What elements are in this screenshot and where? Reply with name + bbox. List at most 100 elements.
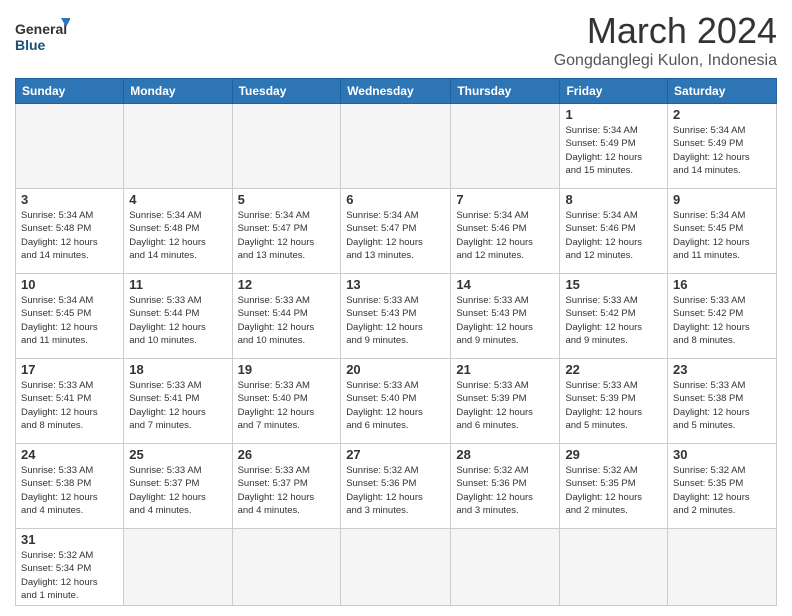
calendar-day-cell: 17Sunrise: 5:33 AM Sunset: 5:41 PM Dayli… — [16, 359, 124, 444]
day-info: Sunrise: 5:33 AM Sunset: 5:42 PM Dayligh… — [673, 294, 771, 347]
logo: General Blue — [15, 14, 70, 64]
day-number: 20 — [346, 362, 445, 377]
day-number: 14 — [456, 277, 554, 292]
day-info: Sunrise: 5:33 AM Sunset: 5:44 PM Dayligh… — [129, 294, 226, 347]
day-number: 17 — [21, 362, 118, 377]
day-info: Sunrise: 5:33 AM Sunset: 5:38 PM Dayligh… — [21, 464, 118, 517]
day-info: Sunrise: 5:34 AM Sunset: 5:47 PM Dayligh… — [346, 209, 445, 262]
day-info: Sunrise: 5:33 AM Sunset: 5:39 PM Dayligh… — [565, 379, 662, 432]
calendar-week-row: 3Sunrise: 5:34 AM Sunset: 5:48 PM Daylig… — [16, 189, 777, 274]
calendar-day-cell: 30Sunrise: 5:32 AM Sunset: 5:35 PM Dayli… — [668, 444, 777, 529]
day-info: Sunrise: 5:32 AM Sunset: 5:35 PM Dayligh… — [565, 464, 662, 517]
calendar-week-row: 10Sunrise: 5:34 AM Sunset: 5:45 PM Dayli… — [16, 274, 777, 359]
day-number: 1 — [565, 107, 662, 122]
day-info: Sunrise: 5:33 AM Sunset: 5:38 PM Dayligh… — [673, 379, 771, 432]
calendar-day-cell: 5 Sunrise: 5:34 AM Sunset: 5:47 PM Daylig… — [232, 189, 341, 274]
weekday-header-monday: Monday — [124, 79, 232, 104]
day-number: 9 — [673, 192, 771, 207]
day-number: 19 — [238, 362, 336, 377]
calendar-day-cell: 2Sunrise: 5:34 AM Sunset: 5:49 PM Daylig… — [668, 104, 777, 189]
calendar: SundayMondayTuesdayWednesdayThursdayFrid… — [15, 78, 777, 606]
day-number: 16 — [673, 277, 771, 292]
calendar-day-cell: 24 Sunrise: 5:33 AM Sunset: 5:38 PM Dayli… — [16, 444, 124, 529]
day-number: 23 — [673, 362, 771, 377]
calendar-day-cell: 23 Sunrise: 5:33 AM Sunset: 5:38 PM Dayli… — [668, 359, 777, 444]
calendar-day-cell — [451, 104, 560, 189]
day-info: Sunrise: 5:34 AM Sunset: 5:48 PM Dayligh… — [129, 209, 226, 262]
calendar-day-cell — [124, 529, 232, 606]
svg-text:General: General — [15, 21, 67, 37]
calendar-day-cell: 9 Sunrise: 5:34 AM Sunset: 5:45 PM Daylig… — [668, 189, 777, 274]
day-number: 4 — [129, 192, 226, 207]
calendar-day-cell — [124, 104, 232, 189]
calendar-day-cell: 31Sunrise: 5:32 AM Sunset: 5:34 PM Dayli… — [16, 529, 124, 606]
day-info: Sunrise: 5:32 AM Sunset: 5:36 PM Dayligh… — [456, 464, 554, 517]
title-area: March 2024 Gongdanglegi Kulon, Indonesia — [554, 10, 777, 70]
calendar-day-cell: 21Sunrise: 5:33 AM Sunset: 5:39 PM Dayli… — [451, 359, 560, 444]
day-number: 6 — [346, 192, 445, 207]
day-number: 10 — [21, 277, 118, 292]
calendar-day-cell — [341, 104, 451, 189]
calendar-week-row: 31Sunrise: 5:32 AM Sunset: 5:34 PM Dayli… — [16, 529, 777, 606]
calendar-week-row: 17 Sunrise: 5:33 AM Sunset: 5:41 PM Dayli… — [16, 359, 777, 444]
calendar-day-cell: 13Sunrise: 5:33 AM Sunset: 5:43 PM Dayli… — [341, 274, 451, 359]
calendar-day-cell: 26 Sunrise: 5:33 AM Sunset: 5:37 PM Dayli… — [232, 444, 341, 529]
calendar-day-cell — [668, 529, 777, 606]
day-info: Sunrise: 5:33 AM Sunset: 5:39 PM Dayligh… — [456, 379, 554, 432]
calendar-day-cell: 22 Sunrise: 5:33 AM Sunset: 5:39 PM Dayli… — [560, 359, 668, 444]
day-number: 27 — [346, 447, 445, 462]
calendar-day-cell: 7Sunrise: 5:34 AM Sunset: 5:46 PM Daylig… — [451, 189, 560, 274]
day-info: Sunrise: 5:33 AM Sunset: 5:37 PM Dayligh… — [129, 464, 226, 517]
day-number: 5 — [238, 192, 336, 207]
weekday-header-wednesday: Wednesday — [341, 79, 451, 104]
calendar-day-cell — [232, 529, 341, 606]
day-info: Sunrise: 5:33 AM Sunset: 5:41 PM Dayligh… — [129, 379, 226, 432]
calendar-day-cell: 3Sunrise: 5:34 AM Sunset: 5:48 PM Daylig… — [16, 189, 124, 274]
calendar-day-cell — [232, 104, 341, 189]
weekday-header-tuesday: Tuesday — [232, 79, 341, 104]
calendar-day-cell: 19 Sunrise: 5:33 AM Sunset: 5:40 PM Dayli… — [232, 359, 341, 444]
calendar-day-cell: 27Sunrise: 5:32 AM Sunset: 5:36 PM Dayli… — [341, 444, 451, 529]
day-info: Sunrise: 5:33 AM Sunset: 5:40 PM Dayligh… — [346, 379, 445, 432]
calendar-day-cell: 16 Sunrise: 5:33 AM Sunset: 5:42 PM Dayli… — [668, 274, 777, 359]
day-number: 7 — [456, 192, 554, 207]
day-number: 11 — [129, 277, 226, 292]
calendar-day-cell: 28 Sunrise: 5:32 AM Sunset: 5:36 PM Dayli… — [451, 444, 560, 529]
calendar-day-cell — [451, 529, 560, 606]
weekday-header-saturday: Saturday — [668, 79, 777, 104]
day-info: Sunrise: 5:34 AM Sunset: 5:46 PM Dayligh… — [565, 209, 662, 262]
calendar-day-cell: 25Sunrise: 5:33 AM Sunset: 5:37 PM Dayli… — [124, 444, 232, 529]
day-info: Sunrise: 5:33 AM Sunset: 5:37 PM Dayligh… — [238, 464, 336, 517]
day-number: 12 — [238, 277, 336, 292]
day-info: Sunrise: 5:34 AM Sunset: 5:49 PM Dayligh… — [565, 124, 662, 177]
day-info: Sunrise: 5:33 AM Sunset: 5:42 PM Dayligh… — [565, 294, 662, 347]
calendar-day-cell: 10Sunrise: 5:34 AM Sunset: 5:45 PM Dayli… — [16, 274, 124, 359]
calendar-day-cell: 4 Sunrise: 5:34 AM Sunset: 5:48 PM Daylig… — [124, 189, 232, 274]
calendar-day-cell: 12Sunrise: 5:33 AM Sunset: 5:44 PM Dayli… — [232, 274, 341, 359]
day-number: 30 — [673, 447, 771, 462]
day-info: Sunrise: 5:33 AM Sunset: 5:43 PM Dayligh… — [456, 294, 554, 347]
day-info: Sunrise: 5:34 AM Sunset: 5:47 PM Dayligh… — [238, 209, 336, 262]
calendar-day-cell: 1 Sunrise: 5:34 AM Sunset: 5:49 PM Daylig… — [560, 104, 668, 189]
day-number: 26 — [238, 447, 336, 462]
calendar-day-cell: 29Sunrise: 5:32 AM Sunset: 5:35 PM Dayli… — [560, 444, 668, 529]
day-info: Sunrise: 5:34 AM Sunset: 5:45 PM Dayligh… — [673, 209, 771, 262]
header: General Blue March 2024 Gongdanglegi Kul… — [15, 10, 777, 70]
weekday-header-thursday: Thursday — [451, 79, 560, 104]
calendar-day-cell: 6 Sunrise: 5:34 AM Sunset: 5:47 PM Daylig… — [341, 189, 451, 274]
day-number: 22 — [565, 362, 662, 377]
location-title: Gongdanglegi Kulon, Indonesia — [554, 52, 777, 70]
month-title: March 2024 — [554, 10, 777, 52]
day-info: Sunrise: 5:32 AM Sunset: 5:34 PM Dayligh… — [21, 549, 118, 602]
day-info: Sunrise: 5:34 AM Sunset: 5:49 PM Dayligh… — [673, 124, 771, 177]
day-info: Sunrise: 5:34 AM Sunset: 5:48 PM Dayligh… — [21, 209, 118, 262]
day-info: Sunrise: 5:33 AM Sunset: 5:40 PM Dayligh… — [238, 379, 336, 432]
calendar-day-cell: 18Sunrise: 5:33 AM Sunset: 5:41 PM Dayli… — [124, 359, 232, 444]
logo-svg: General Blue — [15, 14, 70, 64]
calendar-week-row: 24 Sunrise: 5:33 AM Sunset: 5:38 PM Dayli… — [16, 444, 777, 529]
calendar-day-cell — [341, 529, 451, 606]
day-number: 24 — [21, 447, 118, 462]
calendar-day-cell — [16, 104, 124, 189]
day-number: 28 — [456, 447, 554, 462]
day-info: Sunrise: 5:33 AM Sunset: 5:43 PM Dayligh… — [346, 294, 445, 347]
